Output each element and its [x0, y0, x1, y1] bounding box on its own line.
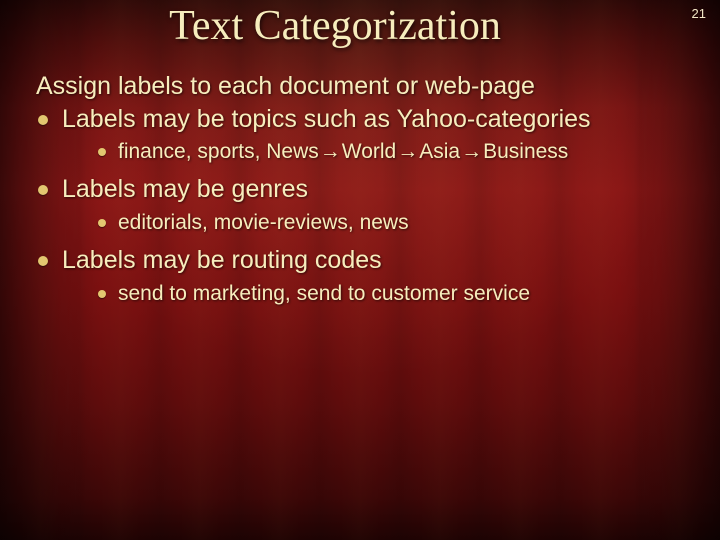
sub-item-text: editorials, movie-reviews, news [118, 211, 409, 234]
page-number: 21 [692, 6, 706, 21]
sub-item-chain-1: Asia [419, 140, 460, 163]
slide: 21 Text Categorization Assign labels to … [0, 0, 720, 540]
list-item-label: Labels may be routing codes [62, 246, 382, 274]
sub-list-item: send to marketing, send to customer serv… [96, 280, 680, 308]
sub-list-item: finance, sports, News→World→Asia→Busines… [96, 138, 680, 166]
sub-item-chain-0: World [342, 140, 396, 163]
sub-list: editorials, movie-reviews, news [62, 209, 680, 237]
slide-body: Assign labels to each document or web-pa… [36, 72, 680, 316]
arrow-icon: → [319, 138, 342, 166]
list-item: Labels may be routing codes send to mark… [36, 245, 680, 308]
sub-item-chain-2: Business [483, 140, 568, 163]
sub-item-text: send to marketing, send to customer serv… [118, 282, 530, 305]
arrow-icon: → [396, 138, 419, 166]
list-item: Labels may be topics such as Yahoo-categ… [36, 104, 680, 167]
list-item-label: Labels may be topics such as Yahoo-categ… [62, 105, 591, 133]
sub-list: finance, sports, News→World→Asia→Busines… [62, 138, 680, 166]
bullet-list: Labels may be topics such as Yahoo-categ… [36, 104, 680, 309]
list-item: Labels may be genres editorials, movie-r… [36, 174, 680, 237]
intro-text: Assign labels to each document or web-pa… [36, 72, 680, 102]
slide-title: Text Categorization [0, 2, 670, 50]
sub-item-prefix: finance, sports, News [118, 140, 319, 163]
list-item-label: Labels may be genres [62, 175, 308, 203]
sub-list: send to marketing, send to customer serv… [62, 280, 680, 308]
sub-list-item: editorials, movie-reviews, news [96, 209, 680, 237]
arrow-icon: → [460, 138, 483, 166]
